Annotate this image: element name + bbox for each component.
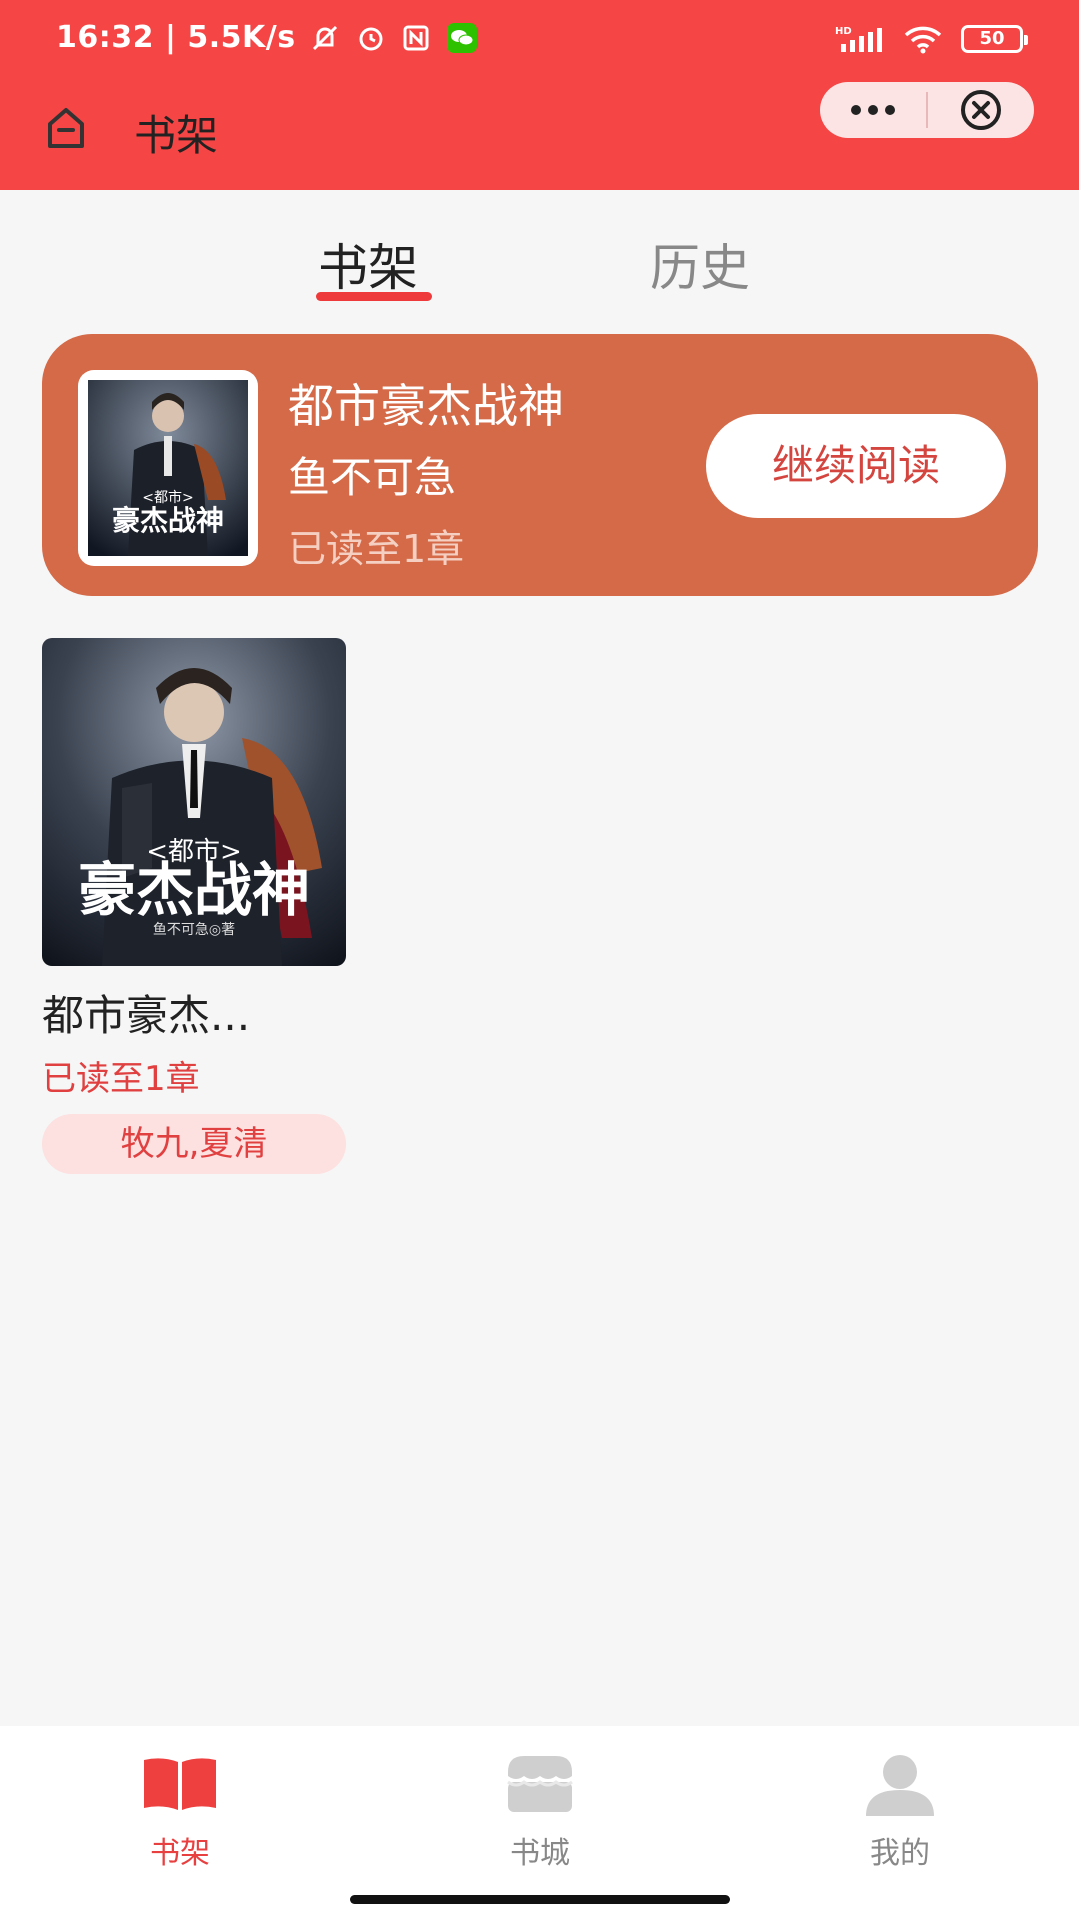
wechat-icon [446, 22, 477, 53]
active-tab-indicator [316, 292, 432, 301]
more-button[interactable] [820, 82, 926, 138]
bottom-tab-bar: 书架 书城 我的 [0, 1726, 1079, 1919]
tab-shelf[interactable]: 书架 [318, 228, 418, 300]
battery-icon: 50 [961, 25, 1028, 53]
store-icon [507, 1756, 573, 1812]
card-read-progress: 已读至1章 [288, 527, 465, 571]
card-book-cover: <都市> 豪杰战神 [78, 370, 258, 566]
status-bar: 16:32 | 5.5K/s HD 50 [0, 0, 1079, 80]
user-icon [866, 1755, 934, 1816]
signal-icon: HD [835, 26, 882, 52]
tabbar-label-mine: 我的 [870, 1836, 930, 1871]
close-circle-icon [961, 90, 1001, 130]
status-time-speed: 16:32 | 5.5K/s [56, 20, 296, 55]
tabbar-label-shelf: 书架 [150, 1836, 210, 1871]
top-header: 16:32 | 5.5K/s HD 50 书架 [0, 0, 1079, 190]
cover-byline-label: 鱼不可急◎著 [153, 921, 235, 938]
home-icon[interactable] [42, 104, 90, 152]
alarm-icon [359, 27, 383, 50]
top-tabs: 书架 历史 [0, 220, 1079, 310]
open-book-icon [144, 1758, 216, 1810]
mini-program-capsule [820, 82, 1034, 138]
book-cover-image: <都市> 豪杰战神 鱼不可急◎著 [42, 638, 346, 966]
shelf-book-progress: 已读至1章 [42, 1059, 200, 1099]
book-cover-image: <都市> 豪杰战神 [88, 380, 248, 556]
status-left: 16:32 | 5.5K/s [56, 20, 478, 55]
status-right: HD 50 [835, 24, 1028, 54]
svg-text:HD: HD [835, 26, 852, 37]
nav-row: 书架 [0, 82, 1079, 172]
tabbar-item-mine[interactable]: 我的 [800, 1746, 1000, 1872]
tab-history[interactable]: 历史 [650, 228, 750, 300]
more-dots-icon [851, 105, 895, 115]
nfc-icon [403, 25, 429, 50]
shelf-book-title: 都市豪杰... [42, 991, 251, 1040]
card-book-title: 都市豪杰战神 [288, 379, 564, 433]
shelf-book-tag: 牧九,夏清 [42, 1114, 346, 1174]
page-title: 书架 [134, 111, 219, 160]
shelf-book-item[interactable]: <都市> 豪杰战神 鱼不可急◎著 都市豪杰... 已读至1章 牧九,夏清 [42, 638, 346, 1174]
tabbar-label-store: 书城 [510, 1836, 570, 1871]
continue-reading-card[interactable]: <都市> 豪杰战神 都市豪杰战神 鱼不可急 已读至1章 继续阅读 [42, 334, 1038, 596]
home-indicator[interactable] [350, 1895, 730, 1904]
tabbar-item-store[interactable]: 书城 [440, 1746, 640, 1872]
card-book-author: 鱼不可急 [288, 453, 457, 502]
shelf-book-cover[interactable]: <都市> 豪杰战神 鱼不可急◎著 [42, 638, 346, 966]
wifi-icon [904, 26, 942, 54]
close-button[interactable] [928, 82, 1034, 138]
tabbar-item-shelf[interactable]: 书架 [80, 1746, 280, 1872]
svg-text:豪杰战神: 豪杰战神 [112, 504, 224, 537]
continue-reading-button[interactable]: 继续阅读 [706, 414, 1006, 518]
cover-title-label: 豪杰战神 [78, 856, 310, 924]
status-icons [310, 22, 478, 54]
mute-bell-icon [312, 25, 337, 50]
